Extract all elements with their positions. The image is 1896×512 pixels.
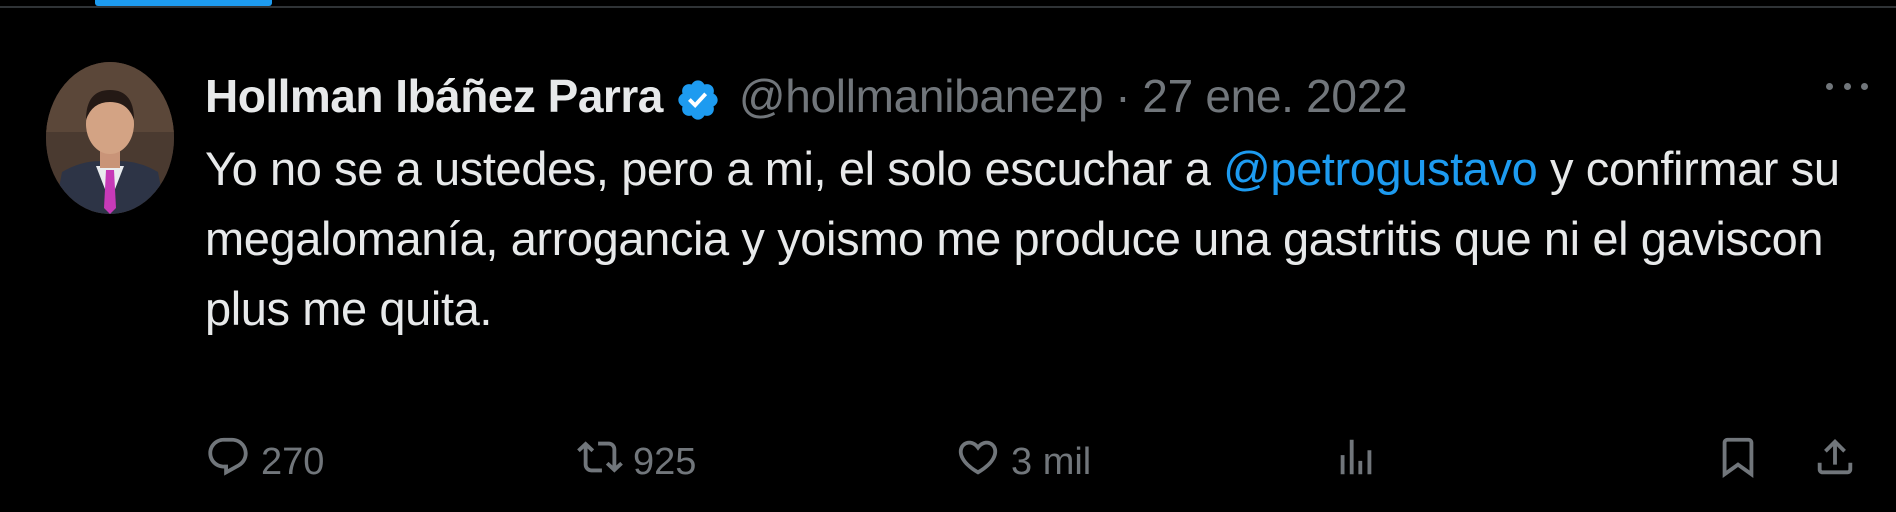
author-name[interactable]: Hollman Ibáñez Parra	[205, 62, 663, 130]
tweet-date[interactable]: 27 ene. 2022	[1142, 62, 1407, 130]
reply-button[interactable]: 270	[205, 434, 324, 490]
bookmark-icon	[1715, 434, 1761, 490]
views-chart-icon	[1333, 434, 1379, 490]
like-count: 3 mil	[1011, 440, 1092, 483]
author-handle[interactable]: @hollmanibanezp	[739, 62, 1104, 130]
tab-indicator	[95, 0, 272, 6]
retweet-button[interactable]: 925	[577, 434, 696, 490]
more-dot	[1861, 82, 1868, 90]
reply-icon	[205, 434, 251, 490]
reply-count: 270	[261, 440, 325, 483]
more-dot	[1843, 82, 1851, 90]
share-icon	[1812, 434, 1858, 490]
retweet-count: 925	[633, 440, 697, 483]
retweet-icon	[577, 434, 623, 490]
avatar[interactable]	[46, 62, 174, 214]
tweet-actions: 270 925 3 mil	[205, 434, 1860, 490]
verified-badge-icon[interactable]	[675, 73, 721, 120]
tweet-header: Hollman Ibáñez Parra @hollmanibanezp · 2…	[205, 62, 1845, 130]
heart-icon	[955, 434, 1001, 490]
top-divider	[0, 0, 1896, 8]
separator-dot: ·	[1115, 70, 1131, 122]
share-button[interactable]	[1812, 434, 1858, 490]
tweet-content: Hollman Ibáñez Parra @hollmanibanezp · 2…	[205, 62, 1845, 344]
like-button[interactable]: 3 mil	[955, 434, 1091, 490]
tweet-text: Yo no se a ustedes, pero a mi, el solo e…	[205, 134, 1845, 344]
tweet-text-part: Yo no se a ustedes, pero a mi, el solo e…	[205, 142, 1224, 195]
bookmark-button[interactable]	[1715, 434, 1761, 490]
mention-link[interactable]: @petrogustavo	[1223, 142, 1538, 195]
views-button[interactable]	[1333, 434, 1379, 490]
more-dot	[1826, 82, 1833, 90]
more-options-icon[interactable]	[1826, 66, 1868, 106]
